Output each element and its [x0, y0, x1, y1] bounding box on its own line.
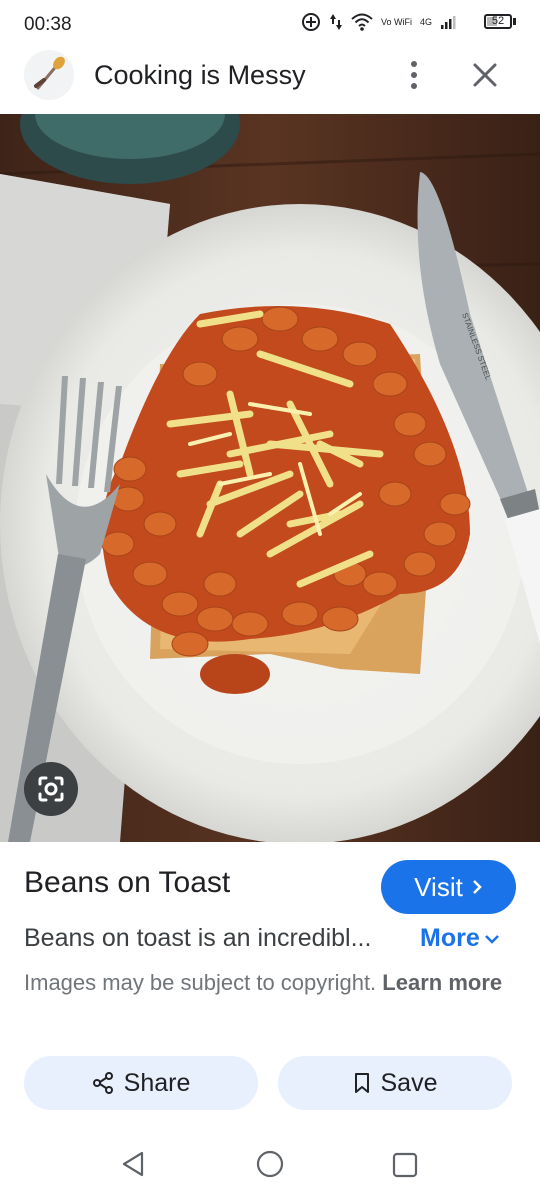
save-label: Save: [380, 1068, 438, 1097]
vowifi-label: Vo WiFi: [380, 16, 412, 27]
google-lens-icon: [38, 776, 64, 802]
result-title[interactable]: Beans on Toast: [24, 866, 230, 900]
chevron-right-icon: [472, 880, 482, 894]
save-button[interactable]: Save: [278, 1056, 512, 1110]
status-time: 00:38: [24, 14, 72, 35]
status-bar: 00:38 Vo WiFi 4G 52: [0, 0, 540, 40]
google-lens-button[interactable]: [24, 762, 78, 816]
visit-label: Visit: [414, 871, 463, 902]
share-label: Share: [123, 1068, 191, 1097]
beans-on-toast-image[interactable]: STAINLESS STEEL: [0, 114, 540, 842]
status-icons: Vo WiFi 4G: [301, 12, 500, 32]
copyright-text: Images may be subject to copyright.: [24, 970, 377, 995]
site-title[interactable]: Cooking is Messy: [94, 60, 306, 91]
result-description: Beans on toast is an incredibl...: [24, 924, 372, 952]
wifi-icon: [351, 13, 373, 31]
more-vert-icon[interactable]: [402, 58, 426, 92]
back-icon[interactable]: [120, 1150, 148, 1178]
data-transfer-icon: [329, 14, 342, 30]
image-viewer-header: Cooking is Messy: [0, 40, 540, 114]
copyright-notice: Images may be subject to copyright. Lear…: [24, 966, 504, 999]
battery-level: 52: [491, 15, 505, 27]
signal-strength-icon: [441, 16, 456, 29]
share-icon: [92, 1072, 113, 1094]
bookmark-icon: [354, 1073, 369, 1093]
data-saver-icon: [301, 13, 320, 31]
more-label: More: [420, 924, 480, 952]
close-icon[interactable]: [470, 60, 500, 90]
visit-button[interactable]: Visit: [381, 860, 516, 914]
result-card: Beans on Toast Visit Beans on toast is a…: [0, 842, 540, 1122]
home-icon[interactable]: [256, 1150, 284, 1178]
system-navigation-bar: [0, 1122, 540, 1200]
chevron-down-icon: [484, 934, 499, 944]
share-button[interactable]: Share: [24, 1056, 258, 1110]
network-type-label: 4G: [419, 16, 432, 27]
recent-apps-icon[interactable]: [392, 1152, 418, 1178]
site-logo-icon[interactable]: [24, 50, 74, 100]
battery-tip: [513, 18, 516, 25]
learn-more-link[interactable]: Learn more: [382, 970, 502, 995]
more-link[interactable]: More: [420, 924, 500, 953]
battery-icon: 52: [484, 14, 512, 29]
